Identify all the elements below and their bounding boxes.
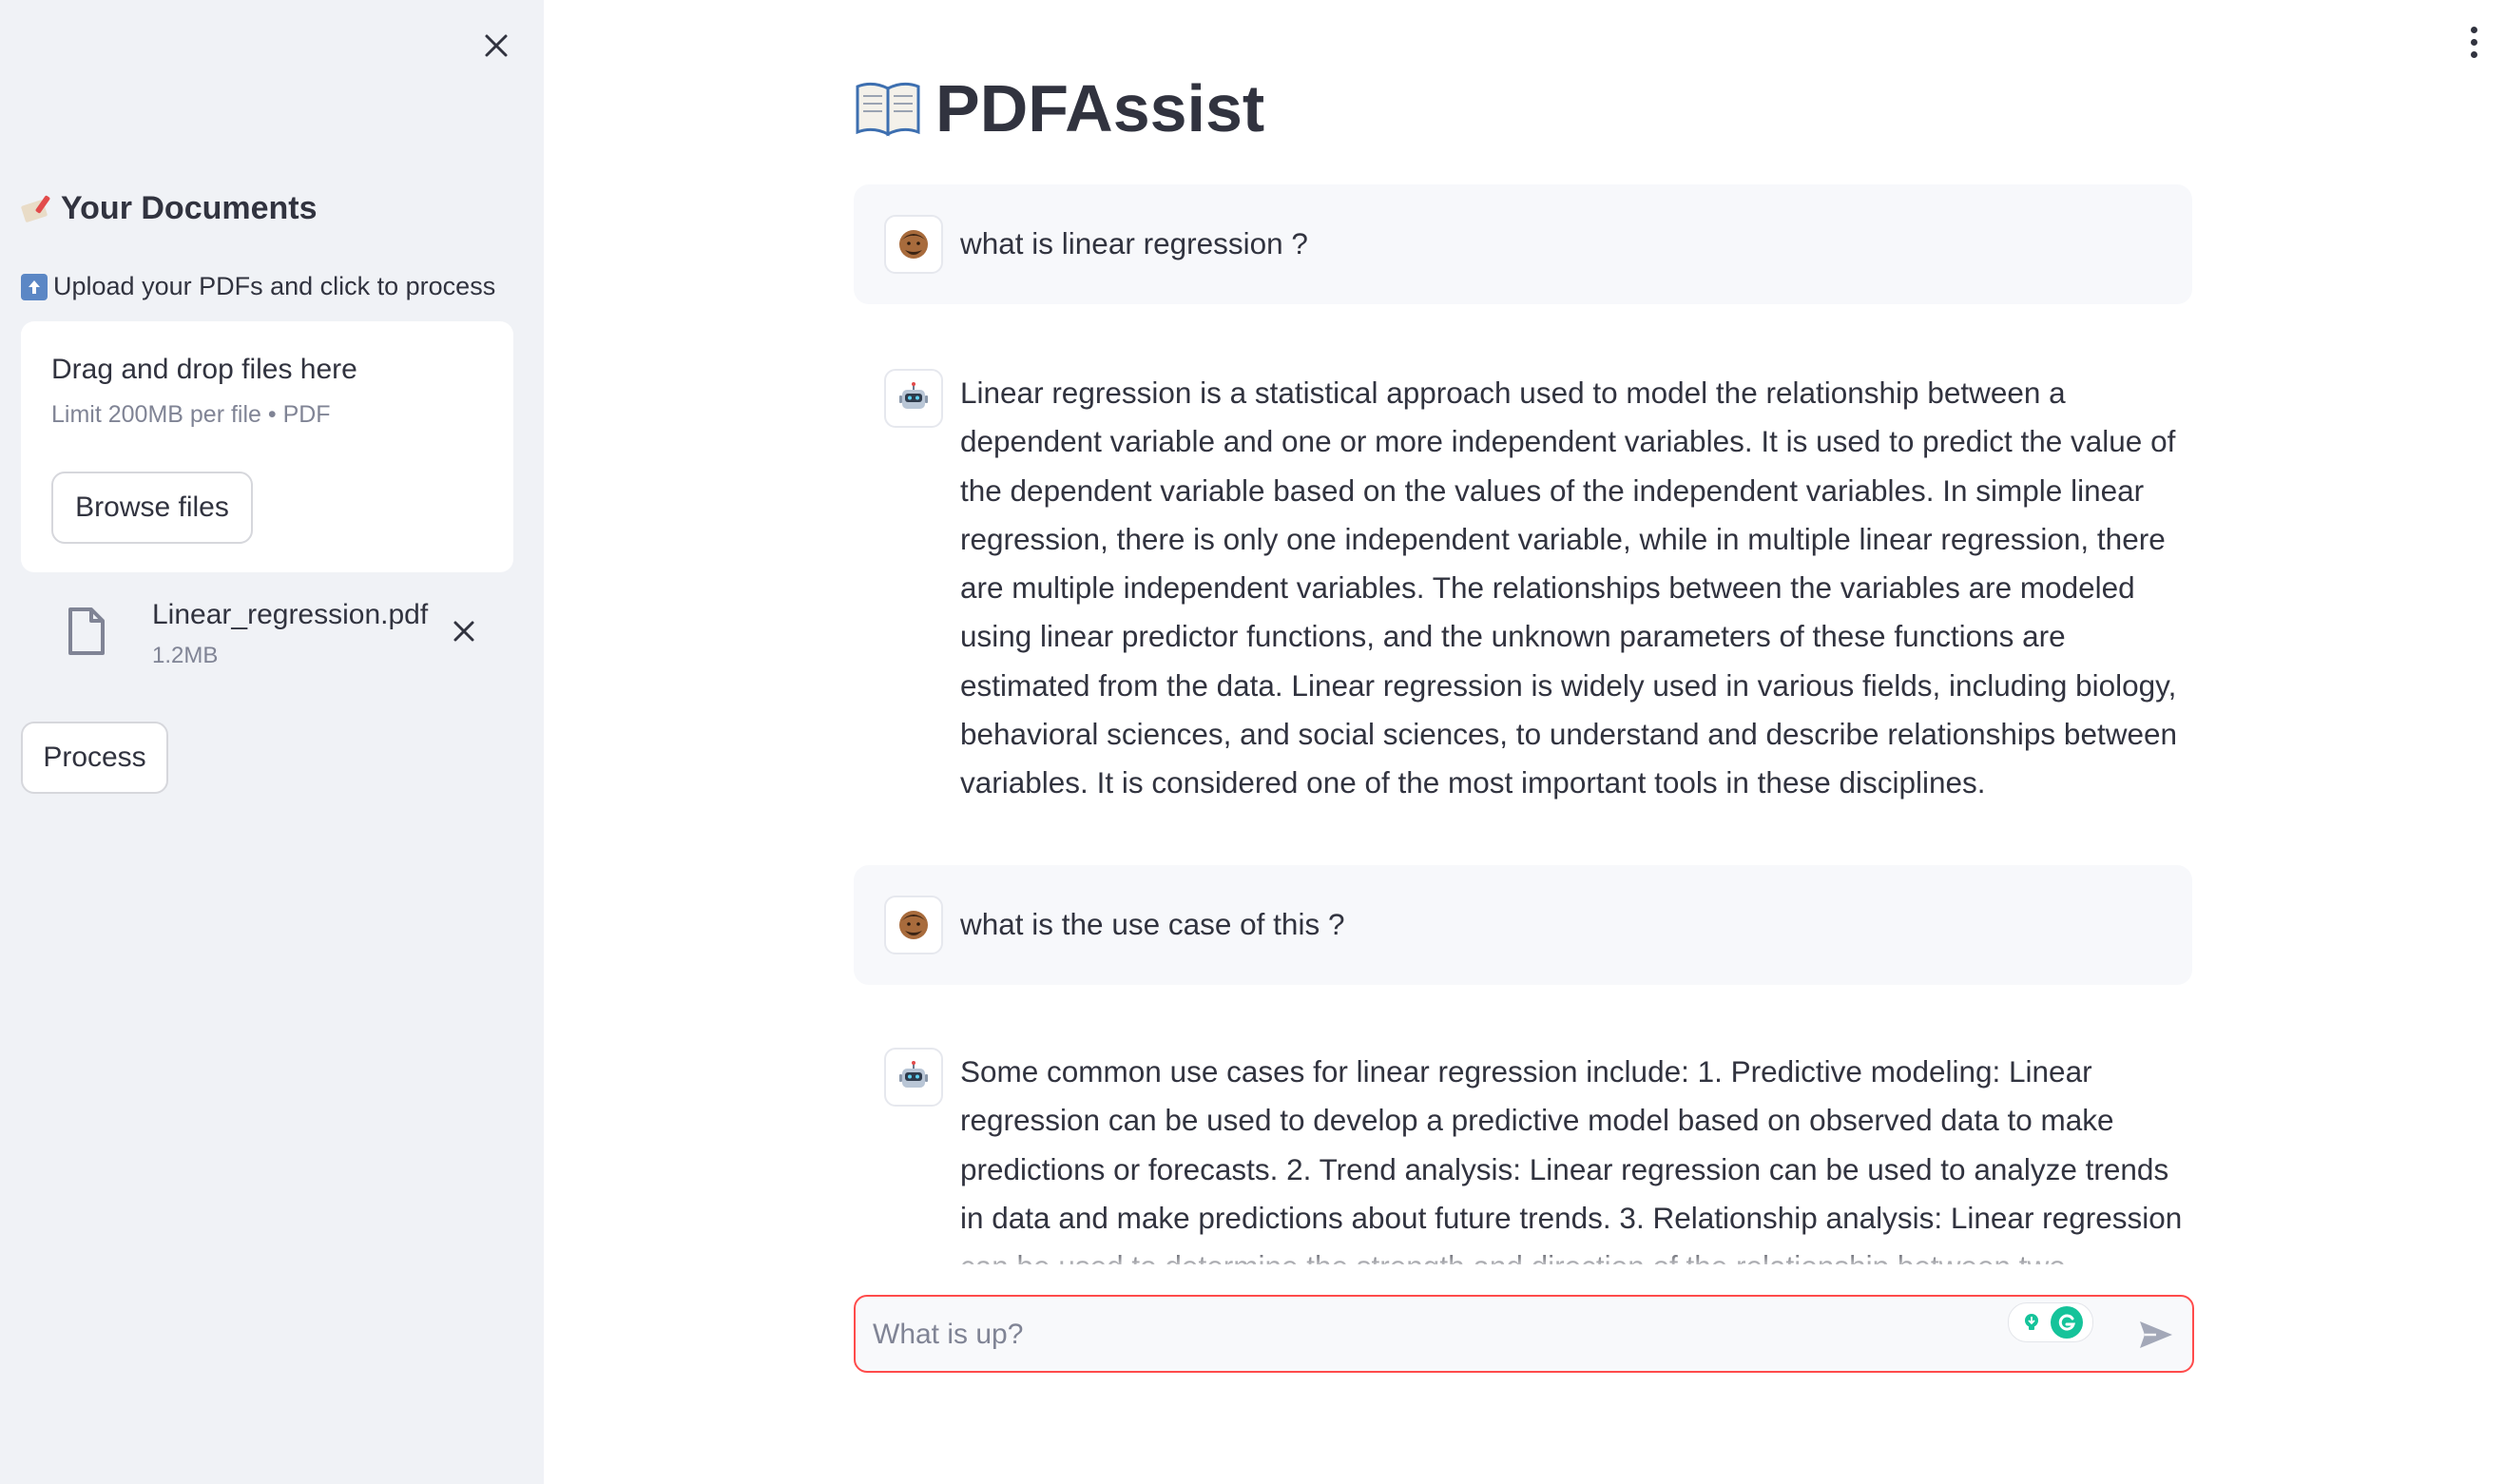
chat-input[interactable] xyxy=(871,1297,1920,1373)
user-avatar-icon xyxy=(899,911,928,939)
robot-avatar-icon xyxy=(899,1061,928,1088)
upload-instructions: Upload your PDFs and click to process xyxy=(21,272,495,301)
upload-instructions-text: Upload your PDFs and click to process xyxy=(53,272,496,300)
file-dropzone[interactable]: Drag and drop files here Limit 200MB per… xyxy=(21,321,513,572)
sidebar: Your Documents Upload your PDFs and clic… xyxy=(0,0,544,1484)
lightbulb-icon xyxy=(2018,1309,2045,1336)
grammar-extension-widget[interactable] xyxy=(2008,1302,2093,1342)
message-text: what is linear regression ? xyxy=(960,226,1308,260)
send-icon xyxy=(2140,1321,2172,1348)
close-icon xyxy=(453,621,474,642)
message-text: Linear regression is a statistical appro… xyxy=(960,376,2178,800)
close-icon xyxy=(485,34,508,57)
message-text: Some common use cases for linear regress… xyxy=(960,1054,2183,1264)
send-button[interactable] xyxy=(2135,1316,2177,1354)
scroll-fade xyxy=(854,1245,2192,1274)
uploaded-file-item: Linear_regression.pdf 1.2MB xyxy=(21,589,513,684)
grammarly-icon xyxy=(2051,1306,2083,1339)
more-vertical-icon xyxy=(2470,26,2477,33)
chat-message-assistant: Linear regression is a statistical appro… xyxy=(854,352,2192,808)
page-title-text: PDFAssist xyxy=(935,71,1265,145)
up-arrow-icon xyxy=(21,273,48,300)
browse-files-button[interactable]: Browse files xyxy=(51,472,253,544)
assistant-avatar xyxy=(884,369,943,428)
robot-avatar-icon xyxy=(899,382,928,409)
dropzone-limit: Limit 200MB per file • PDF xyxy=(51,401,331,428)
chat-input-box[interactable] xyxy=(854,1295,2194,1373)
user-avatar xyxy=(884,215,943,274)
sidebar-heading-text: Your Documents xyxy=(61,190,318,226)
remove-file-button[interactable] xyxy=(445,612,483,650)
file-size: 1.2MB xyxy=(152,643,219,668)
user-avatar xyxy=(884,896,943,954)
main-menu-button[interactable] xyxy=(2457,21,2491,63)
assistant-avatar xyxy=(884,1048,943,1107)
process-button[interactable]: Process xyxy=(21,722,168,794)
dropzone-title: Drag and drop files here xyxy=(51,354,357,385)
chat-message-user: what is the use case of this ? xyxy=(854,865,2192,985)
close-sidebar-button[interactable] xyxy=(475,25,517,67)
file-icon xyxy=(68,607,105,655)
chat-message-user: what is linear regression ? xyxy=(854,184,2192,304)
user-avatar-icon xyxy=(899,230,928,259)
file-name: Linear_regression.pdf xyxy=(152,599,429,630)
chat-message-assistant: Some common use cases for linear regress… xyxy=(854,1034,2192,1264)
pencil-paper-icon xyxy=(21,195,50,222)
open-book-icon xyxy=(856,82,920,137)
page-title: PDFAssist xyxy=(854,70,1264,146)
sidebar-heading: Your Documents xyxy=(21,190,318,227)
message-text: what is the use case of this ? xyxy=(960,907,1345,941)
